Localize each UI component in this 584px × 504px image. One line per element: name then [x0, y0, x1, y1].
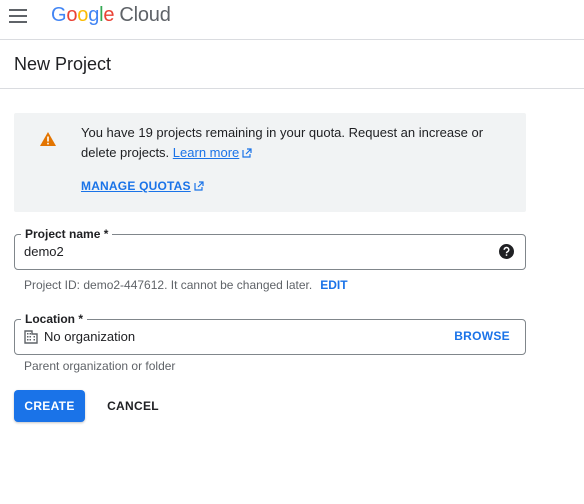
external-link-icon — [242, 148, 252, 158]
project-name-field[interactable]: Project name * demo2 — [14, 227, 526, 270]
location-hint: Parent organization or folder — [24, 359, 176, 373]
external-link-icon — [194, 181, 204, 191]
location-field[interactable]: Location * No organization BROWSE — [14, 312, 526, 355]
edit-project-id-button[interactable]: EDIT — [320, 278, 347, 292]
manage-quotas-label: MANAGE QUOTAS — [81, 179, 191, 193]
page-header: New Project — [0, 40, 584, 89]
building-icon — [24, 330, 38, 344]
google-cloud-logo[interactable]: Google Cloud — [51, 4, 171, 27]
location-label: Location * — [21, 312, 88, 326]
location-value: No organization — [44, 329, 136, 344]
warning-icon — [40, 132, 56, 146]
project-name-label: Project name * — [21, 227, 113, 241]
top-bar: Google Cloud — [0, 0, 584, 40]
quota-notice: You have 19 projects remaining in your q… — [14, 113, 526, 212]
learn-more-link[interactable]: Learn more — [173, 145, 239, 160]
browse-button[interactable]: BROWSE — [454, 329, 510, 343]
create-button[interactable]: CREATE — [14, 390, 85, 422]
manage-quotas-link[interactable]: MANAGE QUOTAS — [81, 179, 204, 193]
quota-message-text: You have 19 projects remaining in your q… — [81, 125, 484, 160]
help-circle-icon[interactable] — [499, 244, 514, 259]
project-id-text: Project ID: demo2-447612. It cannot be c… — [24, 278, 313, 292]
quota-message: You have 19 projects remaining in your q… — [81, 123, 511, 163]
hamburger-menu-icon[interactable] — [9, 9, 27, 23]
cancel-button[interactable]: CANCEL — [100, 390, 166, 422]
project-id-hint: Project ID: demo2-447612. It cannot be c… — [24, 278, 348, 292]
page-title: New Project — [14, 54, 112, 74]
project-name-value: demo2 — [24, 244, 64, 259]
